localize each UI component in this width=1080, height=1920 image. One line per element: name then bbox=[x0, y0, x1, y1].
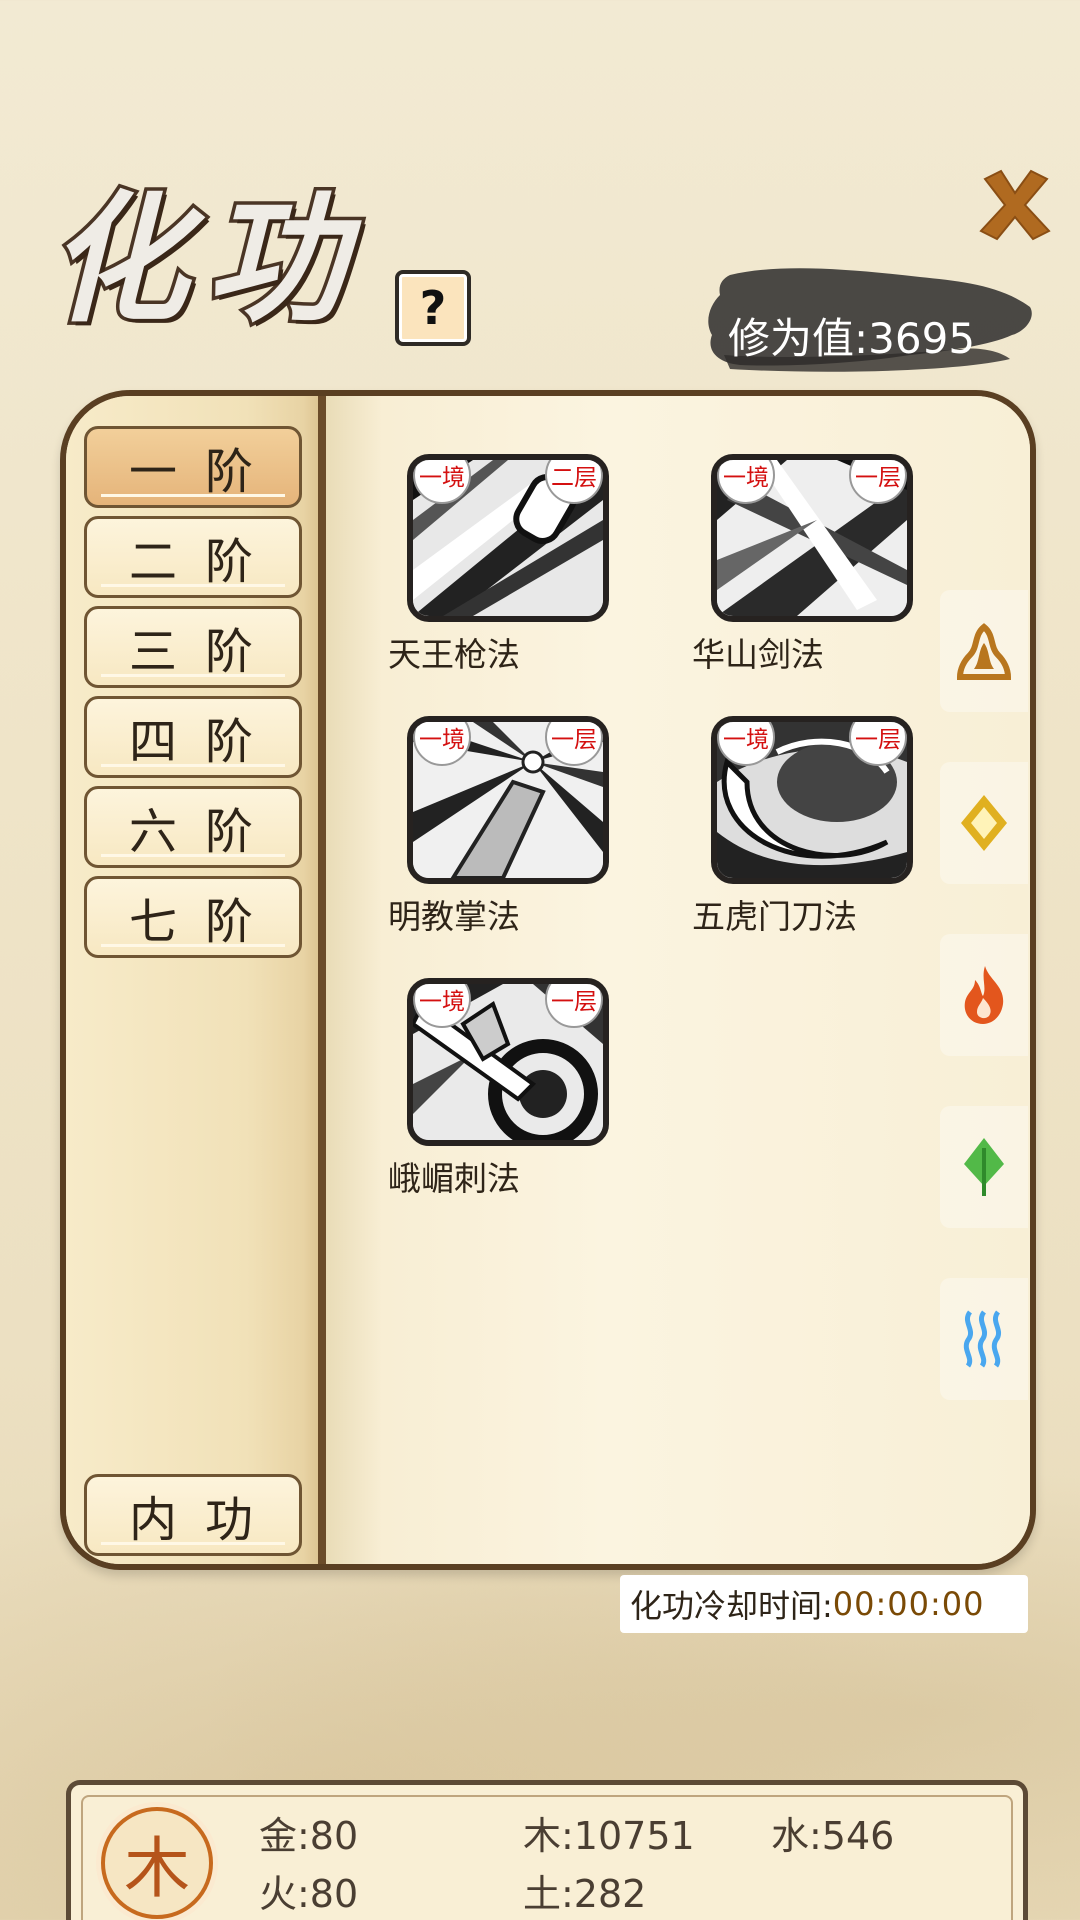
tier-tab-7[interactable]: 七阶 bbox=[84, 876, 302, 958]
tier-tab-6[interactable]: 六阶 bbox=[84, 786, 302, 868]
skill-card[interactable]: 一境 一层 峨嵋刺法 bbox=[388, 978, 628, 1208]
skill-book: 一阶 二阶 三阶 四阶 六阶 七阶 内功 一境 二层 天王枪法 一境 一层 华山… bbox=[60, 390, 1036, 1570]
element-tab-earth[interactable] bbox=[940, 590, 1028, 712]
tier-tab-1[interactable]: 一阶 bbox=[84, 426, 302, 508]
help-button[interactable]: ? bbox=[395, 270, 471, 346]
close-button[interactable] bbox=[975, 165, 1055, 245]
cultivation-value-panel: 修为值:3695 bbox=[700, 255, 1040, 380]
resource-mu: 木:10751 bbox=[523, 1814, 695, 1858]
skill-card[interactable]: 一境 二层 天王枪法 bbox=[388, 454, 628, 684]
dagger-pierce-icon: 一境 一层 bbox=[407, 978, 609, 1146]
metal-diamond-icon bbox=[961, 795, 1007, 851]
element-tab-wood[interactable] bbox=[940, 1106, 1028, 1228]
current-element-badge[interactable]: 木 bbox=[101, 1807, 213, 1919]
resource-jin: 金:80 bbox=[259, 1814, 359, 1858]
skill-name: 明教掌法 bbox=[388, 897, 520, 936]
palm-strike-icon: 一境 一层 bbox=[407, 716, 609, 884]
skill-card[interactable]: 一境 一层 华山剑法 bbox=[692, 454, 932, 684]
skill-name: 天王枪法 bbox=[388, 635, 520, 674]
cooldown-timer: 化功冷却时间: 00:00:00 bbox=[620, 1575, 1028, 1633]
fire-flame-icon bbox=[964, 966, 1004, 1024]
skill-name: 五虎门刀法 bbox=[692, 897, 857, 936]
resource-shui: 水:546 bbox=[771, 1814, 895, 1858]
skill-card[interactable]: 一境 一层 五虎门刀法 bbox=[692, 716, 932, 946]
tier-list: 一阶 二阶 三阶 四阶 六阶 七阶 bbox=[84, 426, 302, 966]
water-wave-icon bbox=[963, 1310, 1002, 1368]
page-title: 化功 bbox=[44, 178, 365, 342]
resource-tu: 土:282 bbox=[523, 1872, 647, 1916]
earth-mountain-icon bbox=[956, 623, 1012, 680]
cultivation-value: 修为值:3695 bbox=[728, 314, 976, 363]
tier-tab-2[interactable]: 二阶 bbox=[84, 516, 302, 598]
close-icon bbox=[979, 169, 1051, 241]
resource-huo: 火:80 bbox=[259, 1872, 359, 1916]
skill-name: 华山剑法 bbox=[692, 635, 824, 674]
cooldown-value: 00:00:00 bbox=[832, 1585, 985, 1623]
tier-tab-4[interactable]: 四阶 bbox=[84, 696, 302, 778]
tier-tab-3[interactable]: 三阶 bbox=[84, 606, 302, 688]
element-tab-water[interactable] bbox=[940, 1278, 1028, 1400]
element-tab-fire[interactable] bbox=[940, 934, 1028, 1056]
neigong-button[interactable]: 内功 bbox=[84, 1474, 302, 1556]
element-tab-metal[interactable] bbox=[940, 762, 1028, 884]
wood-leaf-icon bbox=[964, 1138, 1004, 1196]
blade-swirl-icon: 一境 一层 bbox=[711, 716, 913, 884]
element-resource-panel: 木 金:80 木:10751 水:546 火:80 土:282 bbox=[66, 1780, 1028, 1920]
sword-slash-icon: 一境 一层 bbox=[711, 454, 913, 622]
skill-name: 峨嵋刺法 bbox=[388, 1159, 520, 1198]
cooldown-label: 化功冷却时间: bbox=[630, 1587, 833, 1625]
book-spine bbox=[318, 396, 326, 1564]
skill-card[interactable]: 一境 一层 明教掌法 bbox=[388, 716, 628, 946]
spear-thrust-icon: 一境 二层 bbox=[407, 454, 609, 622]
